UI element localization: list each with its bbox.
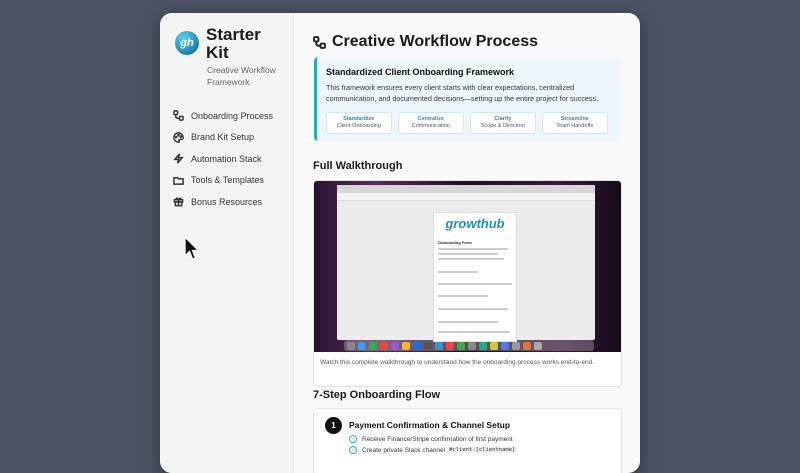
video-logo: growthub bbox=[445, 216, 505, 231]
step-title: Standardize bbox=[343, 116, 375, 122]
folder-icon bbox=[172, 174, 184, 186]
page-title-text: Creative Workflow Process bbox=[332, 33, 539, 50]
video-document: growthub Onboarding Form bbox=[433, 212, 517, 342]
logo: gh bbox=[175, 31, 199, 55]
step-subtitle: Client Onboarding bbox=[336, 123, 381, 129]
sidebar-item-automation-stack[interactable]: Automation Stack bbox=[172, 148, 292, 170]
checklist-item: ✓ Receive Finance/Stripe confirmation of… bbox=[349, 435, 513, 443]
sidebar-nav: Onboarding Process Brand Kit Setup Autom… bbox=[172, 105, 292, 213]
framework-description: This framework ensures every client star… bbox=[326, 83, 599, 103]
step-subtitle: Communication bbox=[411, 123, 450, 129]
step-title: Streamline bbox=[560, 116, 589, 122]
sidebar-item-brand-kit-setup[interactable]: Brand Kit Setup bbox=[172, 127, 292, 149]
workflow-icon bbox=[313, 35, 326, 49]
sidebar: gh Starter Kit Creative Workflow Framewo… bbox=[160, 13, 294, 473]
main-content: Creative Workflow Process Standardized C… bbox=[294, 13, 640, 473]
gift-icon bbox=[172, 196, 184, 208]
sidebar-item-label: Bonus Resources bbox=[191, 196, 263, 207]
framework-step: Clarify Scope & Direction bbox=[470, 112, 536, 134]
flow-heading: 7-Step Onboarding Flow bbox=[313, 389, 441, 401]
framework-step: Streamline Team Handoffs bbox=[542, 112, 608, 134]
brand-subtitle: Creative Workflow Framework bbox=[207, 65, 276, 87]
checklist-text: Receive Finance/Stripe confirmation of f… bbox=[362, 435, 513, 443]
channel-code: #client-[clientname] bbox=[447, 447, 518, 453]
video-browser-frame: growthub Onboarding Form bbox=[337, 185, 595, 342]
sidebar-item-label: Tools & Templates bbox=[191, 175, 264, 186]
video-caption: Watch this complete walkthrough to under… bbox=[320, 359, 594, 366]
step-subtitle: Scope & Direction bbox=[480, 123, 525, 129]
sidebar-item-bonus-resources[interactable]: Bonus Resources bbox=[172, 191, 292, 213]
checklist-text: Create private Slack channel bbox=[362, 446, 446, 454]
sidebar-item-tools-templates[interactable]: Tools & Templates bbox=[172, 170, 292, 192]
flow-step-card: 1 Payment Confirmation & Channel Setup ✓… bbox=[313, 408, 622, 473]
framework-steps: Standardize Client Onboarding Centralize… bbox=[326, 112, 614, 134]
step-title: Centralize bbox=[417, 116, 444, 122]
framework-step: Standardize Client Onboarding bbox=[326, 112, 392, 134]
sidebar-item-label: Brand Kit Setup bbox=[191, 132, 255, 143]
page-title: Creative Workflow Process bbox=[313, 33, 538, 51]
step-number-badge: 1 bbox=[325, 417, 342, 434]
check-icon: ✓ bbox=[349, 435, 357, 443]
video-player[interactable]: growthub Onboarding Form bbox=[314, 181, 621, 352]
sidebar-item-label: Onboarding Process bbox=[191, 110, 274, 121]
framework-step: Centralize Communication bbox=[398, 112, 464, 134]
mouse-cursor-icon bbox=[184, 236, 201, 260]
framework-title: Standardized Client Onboarding Framework bbox=[326, 67, 515, 77]
workflow-icon bbox=[172, 110, 184, 122]
flow-step-title: Payment Confirmation & Channel Setup bbox=[349, 420, 511, 430]
step-title: Clarify bbox=[494, 116, 512, 122]
checklist-item: ✓ Create private Slack channel #client-[… bbox=[349, 446, 518, 454]
video-form-title: Onboarding Form bbox=[438, 240, 472, 245]
check-icon: ✓ bbox=[349, 446, 357, 454]
video-dock bbox=[344, 340, 594, 351]
palette-icon bbox=[172, 131, 184, 143]
sidebar-item-label: Automation Stack bbox=[191, 153, 262, 164]
video-card: growthub Onboarding Form Watch this comp… bbox=[313, 180, 622, 387]
lightning-icon bbox=[172, 153, 184, 165]
framework-card: Standardized Client Onboarding Framework… bbox=[314, 57, 620, 141]
brand-title: Starter Kit bbox=[206, 25, 261, 62]
app-window: gh Starter Kit Creative Workflow Framewo… bbox=[160, 13, 640, 473]
sidebar-item-onboarding-process[interactable]: Onboarding Process bbox=[172, 105, 292, 127]
walkthrough-heading: Full Walkthrough bbox=[313, 160, 403, 172]
step-subtitle: Team Handoffs bbox=[556, 123, 594, 129]
